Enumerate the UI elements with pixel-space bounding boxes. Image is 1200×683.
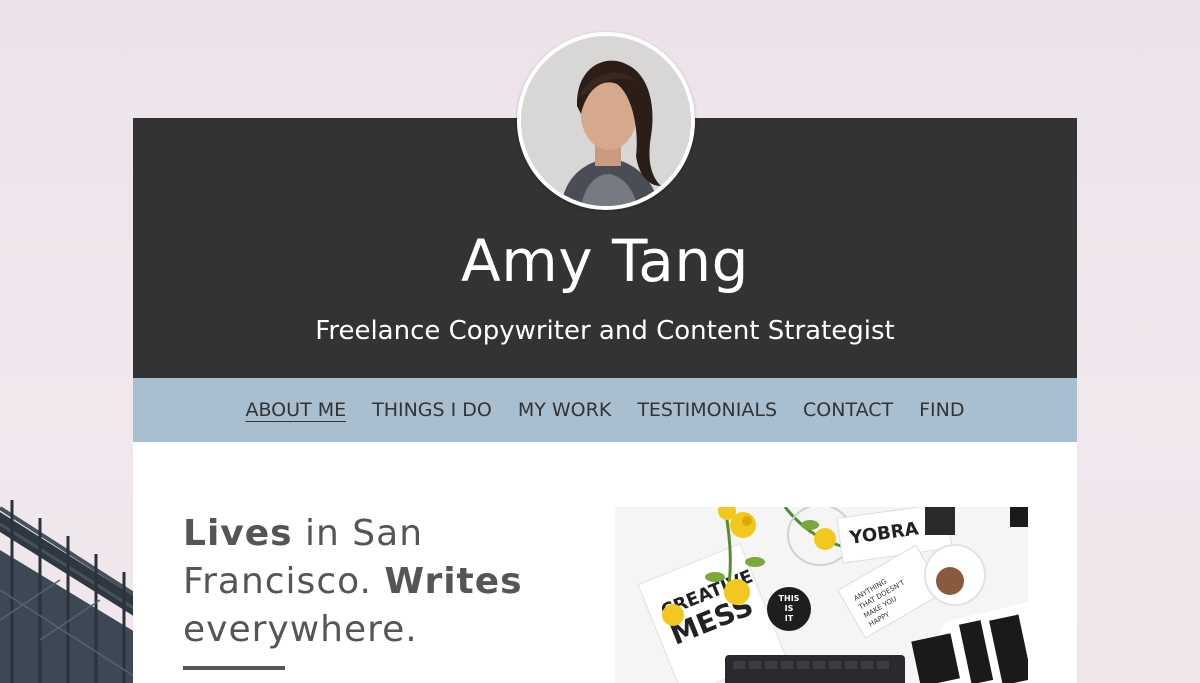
hero-headline: Lives in San Francisco. Writes everywher… xyxy=(183,510,603,654)
hero-word-writes: Writes xyxy=(384,561,523,602)
nav-find[interactable]: FIND xyxy=(919,399,964,421)
hero-word-lives: Lives xyxy=(183,513,293,554)
nav-testimonials[interactable]: TESTIMONIALS xyxy=(637,399,777,421)
profile-avatar xyxy=(517,32,695,210)
desk-photo: CREATIVE MESS THIS IS IT YOBRA ANYTHING … xyxy=(615,507,1028,683)
nav-things-i-do[interactable]: THINGS I DO xyxy=(372,399,492,421)
badge-word-is: IS xyxy=(785,604,794,613)
nav-contact[interactable]: CONTACT xyxy=(803,399,893,421)
nav-about-me[interactable]: ABOUT ME xyxy=(245,399,346,421)
profile-name: Amy Tang xyxy=(461,227,749,295)
headline-divider xyxy=(183,666,285,670)
bridge-background-image xyxy=(0,500,140,683)
main-nav: ABOUT ME THINGS I DO MY WORK TESTIMONIAL… xyxy=(133,378,1077,442)
badge-word-it: IT xyxy=(785,614,794,623)
nav-my-work[interactable]: MY WORK xyxy=(518,399,611,421)
hero-text-everywhere: everywhere. xyxy=(183,609,418,650)
badge-word-this: THIS xyxy=(779,594,800,603)
desk-photo-art: CREATIVE MESS THIS IS IT YOBRA ANYTHING … xyxy=(615,507,1028,683)
profile-tagline: Freelance Copywriter and Content Strateg… xyxy=(315,316,895,346)
